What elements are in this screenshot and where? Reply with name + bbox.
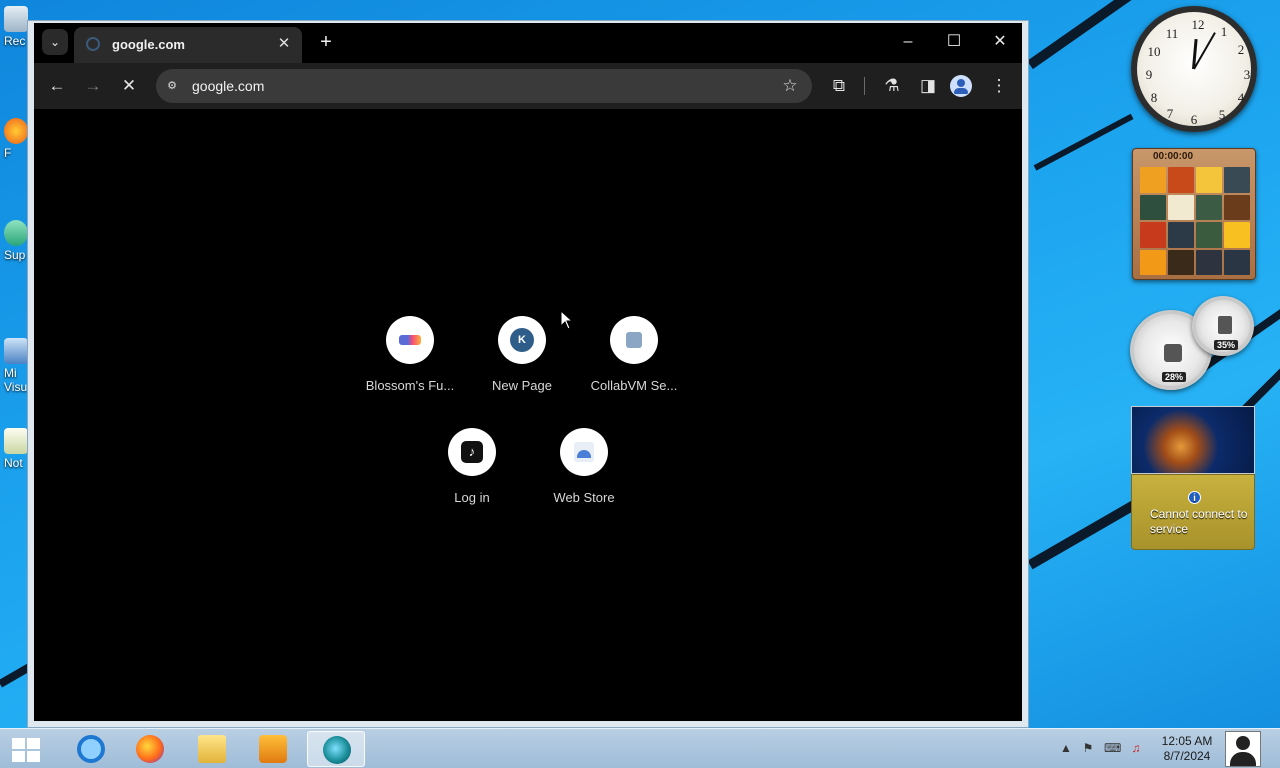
clock-numeral: 3 xyxy=(1243,67,1251,82)
taskbar: ▲ ⚑ ⌨ ♫ 12:05 AM 8/7/2024 xyxy=(0,728,1280,768)
shortcut-icon-circle: ♪ xyxy=(448,428,496,476)
toolbar: ← → ✕ ⚙ google.com ☆ ⧉ ⚗ ◨ ⋮ xyxy=(34,63,1022,109)
firefox-icon xyxy=(136,735,164,763)
volume-muted-icon[interactable]: ♫ xyxy=(1128,740,1144,756)
user-avatar[interactable] xyxy=(1225,731,1261,767)
shortcut-label: Log in xyxy=(454,490,490,505)
new-tab-button[interactable]: + xyxy=(314,31,338,55)
internet-explorer-icon xyxy=(77,735,105,763)
memory-percent: 35% xyxy=(1214,340,1239,350)
wallpaper-streak xyxy=(1033,113,1134,171)
recycle-bin-icon xyxy=(4,6,28,32)
forward-button[interactable]: → xyxy=(80,73,106,99)
new-tab-page: Blossom's Fu... K New Page CollabVM Se..… xyxy=(34,109,1022,721)
notepad-icon xyxy=(4,428,28,454)
taskbar-date: 8/7/2024 xyxy=(1163,749,1211,763)
shortcut-tile[interactable]: Blossom's Fu... xyxy=(354,316,466,393)
collabvm-favicon-icon xyxy=(626,332,642,348)
shortcut-label: New Page xyxy=(492,378,552,393)
slideshow-gadget[interactable] xyxy=(1131,406,1255,474)
taskbar-firefox[interactable] xyxy=(121,731,179,767)
extensions-icon[interactable]: ⧉ xyxy=(826,73,852,99)
clock-numeral: 12 xyxy=(1191,17,1205,32)
shortcut-icon-circle xyxy=(386,316,434,364)
close-window-button[interactable]: ✕ xyxy=(986,29,1014,55)
back-button[interactable]: ← xyxy=(44,73,70,99)
stop-loading-button[interactable]: ✕ xyxy=(116,73,142,99)
loading-favicon-icon xyxy=(86,37,100,51)
title-bar: ⌄ google.com ✕ + – ☐ ✕ xyxy=(34,23,1022,63)
start-button[interactable] xyxy=(10,736,42,764)
memory-meter-gadget[interactable]: 35% xyxy=(1192,296,1254,356)
shortcut-tile[interactable]: CollabVM Se... xyxy=(578,316,690,393)
support-icon xyxy=(4,220,28,246)
site-info-icon[interactable]: ⚙ xyxy=(164,78,180,94)
show-hidden-icons-button[interactable]: ▲ xyxy=(1058,740,1074,756)
shortcut-label: Web Store xyxy=(553,490,615,505)
taskbar-file-explorer[interactable] xyxy=(183,731,241,767)
tab-close-button[interactable]: ✕ xyxy=(274,34,294,54)
menu-kebab-icon[interactable]: ⋮ xyxy=(986,73,1012,99)
taskbar-clock[interactable]: 12:05 AM 8/7/2024 xyxy=(1150,734,1224,764)
webstore-icon xyxy=(574,442,594,462)
chromium-icon xyxy=(323,736,351,764)
shortcut-icon-circle xyxy=(610,316,658,364)
taskbar-time: 12:05 AM xyxy=(1161,734,1213,748)
address-url[interactable]: google.com xyxy=(192,78,264,94)
clock-numeral: 7 xyxy=(1166,106,1174,121)
firefox-icon xyxy=(4,118,28,144)
weather-error-message: Cannot connect to service xyxy=(1150,507,1248,536)
blossom-favicon-icon xyxy=(399,335,421,345)
taskbar-chromium[interactable] xyxy=(307,731,365,767)
clock-numeral: 1 xyxy=(1220,24,1228,39)
clock-numeral: 9 xyxy=(1145,67,1153,82)
shortcut-label: CollabVM Se... xyxy=(590,378,678,393)
visual-studio-icon xyxy=(4,338,28,364)
puzzle-grid[interactable] xyxy=(1140,167,1250,275)
tab-title: google.com xyxy=(112,37,185,52)
memory-chip-icon xyxy=(1218,316,1232,334)
shortcut-tile[interactable]: ♪ Log in xyxy=(416,428,528,505)
shortcut-icon-circle xyxy=(560,428,608,476)
address-bar[interactable]: ⚙ google.com ☆ xyxy=(156,69,812,103)
puzzle-timer: 00:00:00 xyxy=(1153,151,1194,162)
labs-flask-icon[interactable]: ⚗ xyxy=(879,73,905,99)
network-icon[interactable]: ⌨ xyxy=(1104,740,1121,756)
picture-puzzle-gadget[interactable]: 00:00:00 xyxy=(1132,148,1256,280)
mouse-cursor-icon xyxy=(560,310,572,330)
browser-window: ⌄ google.com ✕ + – ☐ ✕ ← → ✕ ⚙ google.co… xyxy=(27,20,1029,728)
taskbar-media-player[interactable] xyxy=(244,731,302,767)
cpu-percent: 28% xyxy=(1162,372,1187,382)
shortcut-tile[interactable]: Web Store xyxy=(528,428,640,505)
clock-numeral: 5 xyxy=(1218,107,1226,122)
clock-gadget[interactable]: 12 1 2 3 4 5 6 7 8 9 10 11 xyxy=(1131,6,1257,132)
clock-numeral: 6 xyxy=(1190,112,1198,127)
clock-numeral: 4 xyxy=(1237,90,1245,105)
side-panel-icon[interactable]: ◨ xyxy=(915,73,941,99)
tab-google[interactable]: google.com ✕ xyxy=(74,27,302,63)
taskbar-internet-explorer[interactable] xyxy=(62,731,120,767)
weather-gadget[interactable]: i Cannot connect to service xyxy=(1131,474,1255,550)
cpu-chip-icon xyxy=(1164,344,1182,362)
tab-search-button[interactable]: ⌄ xyxy=(42,29,68,55)
clock-numeral: 11 xyxy=(1165,26,1179,41)
minimize-button[interactable]: – xyxy=(894,29,922,55)
file-explorer-icon xyxy=(198,735,226,763)
maximize-button[interactable]: ☐ xyxy=(940,29,968,55)
action-center-flag-icon[interactable]: ⚑ xyxy=(1080,740,1096,756)
clock-numeral: 2 xyxy=(1237,42,1245,57)
shortcut-label: Blossom's Fu... xyxy=(365,378,455,393)
clock-numeral: 8 xyxy=(1150,90,1158,105)
clock-numeral: 10 xyxy=(1147,44,1161,59)
bookmark-star-icon[interactable]: ☆ xyxy=(780,75,800,97)
shortcut-icon-circle: K xyxy=(498,316,546,364)
profile-avatar-icon[interactable] xyxy=(950,75,972,97)
windows-logo-icon xyxy=(12,738,25,749)
info-icon: i xyxy=(1188,491,1201,504)
tiktok-icon: ♪ xyxy=(461,441,483,463)
letter-k-icon: K xyxy=(510,328,534,352)
toolbar-separator xyxy=(864,77,865,95)
media-player-icon xyxy=(259,735,287,763)
